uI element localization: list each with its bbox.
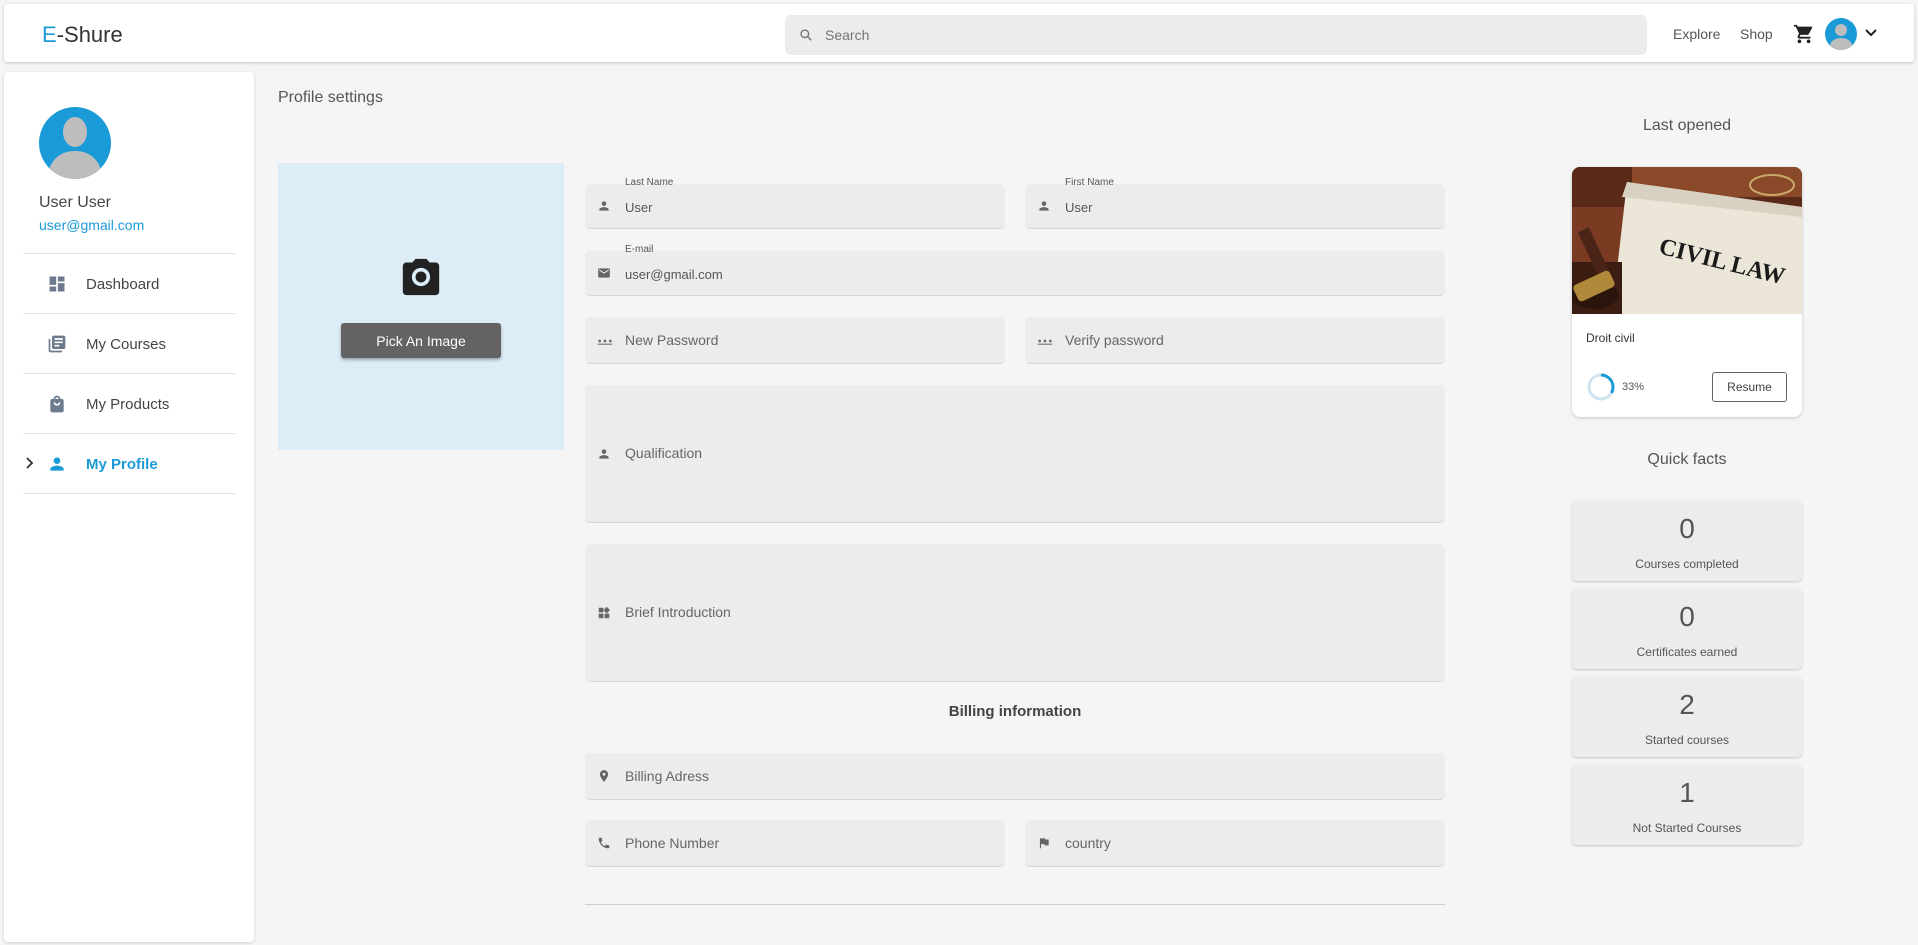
- fact-value: 1: [1679, 777, 1695, 808]
- fact-card-not-started-courses: 1 Not Started Courses: [1572, 765, 1802, 845]
- progress-percent: 33%: [1622, 381, 1645, 393]
- page-title: Profile settings: [278, 89, 383, 106]
- profile-avatar: [39, 107, 111, 179]
- fact-value: 0: [1679, 513, 1695, 544]
- sidebar: User User user@gmail.com Dashboard My Co…: [4, 72, 254, 942]
- fact-label: Courses completed: [1635, 557, 1739, 571]
- field-label: E-mail: [625, 244, 654, 255]
- dashboard-icon: [49, 276, 65, 292]
- country-input[interactable]: country: [1065, 835, 1111, 851]
- course-thumbnail: CIVIL LAW: [1572, 167, 1802, 314]
- mail-icon: [598, 268, 610, 278]
- progress-ring: [1587, 373, 1615, 401]
- shopping-bag-icon: [50, 395, 64, 413]
- location-pin-icon: [599, 770, 609, 782]
- resume-button[interactable]: Resume: [1712, 372, 1787, 402]
- image-picker-area: Pick An Image: [278, 163, 564, 450]
- top-header: E-Shure Explore Shop: [4, 4, 1914, 62]
- user-email: user@gmail.com: [39, 217, 145, 233]
- password-icon: [1037, 339, 1053, 345]
- qualification-field[interactable]: Qualification: [585, 385, 1445, 523]
- shop-link[interactable]: Shop: [1740, 26, 1773, 42]
- person-icon: [599, 201, 609, 211]
- user-avatar[interactable]: [1825, 18, 1857, 50]
- new-password-field[interactable]: New Password: [585, 317, 1005, 364]
- new-password-input[interactable]: New Password: [625, 332, 718, 348]
- app-logo[interactable]: E-Shure: [42, 22, 123, 48]
- sidebar-item-my-products[interactable]: My Products: [23, 374, 235, 433]
- fact-label: Not Started Courses: [1632, 821, 1742, 835]
- sidebar-item-label: Dashboard: [86, 276, 160, 293]
- course-name: Droit civil: [1586, 331, 1635, 345]
- person-icon: [50, 457, 64, 471]
- sidebar-item-label: My Courses: [86, 336, 167, 353]
- search-icon: [800, 29, 812, 41]
- sidebar-item-label: My Profile: [86, 456, 158, 473]
- divider: [23, 493, 235, 494]
- camera-icon: [402, 258, 440, 296]
- sidebar-item-my-courses[interactable]: My Courses: [23, 314, 235, 373]
- last-name-input[interactable]: User: [625, 200, 652, 215]
- email-input[interactable]: user@gmail.com: [625, 267, 723, 282]
- qualification-input[interactable]: Qualification: [625, 445, 702, 461]
- widgets-icon: [598, 606, 611, 619]
- chevron-right-icon: [26, 457, 34, 469]
- quick-facts-title: Quick facts: [1647, 451, 1727, 468]
- fact-card-courses-completed: 0 Courses completed: [1572, 501, 1802, 581]
- last-opened-title: Last opened: [1642, 117, 1732, 134]
- user-name: User User: [39, 194, 112, 211]
- last-opened-course-card[interactable]: CIVIL LAW Droit civil 33% Resume: [1572, 167, 1802, 417]
- sidebar-item-my-profile[interactable]: My Profile: [23, 434, 235, 493]
- cart-icon[interactable]: [1793, 23, 1815, 45]
- phone-number-input[interactable]: Phone Number: [625, 835, 719, 851]
- search-bar[interactable]: [785, 15, 1647, 55]
- brief-introduction-input[interactable]: Brief Introduction: [625, 604, 731, 620]
- flag-icon: [1039, 838, 1049, 849]
- search-input[interactable]: [825, 15, 1625, 55]
- verify-password-field[interactable]: Verify password: [1025, 317, 1445, 364]
- fact-value: 2: [1679, 689, 1695, 720]
- first-name-input[interactable]: User: [1065, 200, 1092, 215]
- billing-section-title: Billing information: [948, 703, 1082, 720]
- fact-card-started-courses: 2 Started courses: [1572, 677, 1802, 757]
- password-icon: [597, 339, 613, 345]
- person-icon: [599, 449, 609, 459]
- explore-link[interactable]: Explore: [1673, 26, 1720, 42]
- fact-label: Started courses: [1644, 733, 1730, 747]
- phone-number-field[interactable]: Phone Number: [585, 820, 1005, 867]
- verify-password-input[interactable]: Verify password: [1065, 332, 1164, 348]
- fact-card-certificates-earned: 0 Certificates earned: [1572, 589, 1802, 669]
- person-icon: [1039, 201, 1049, 211]
- brief-introduction-field[interactable]: Brief Introduction: [585, 544, 1445, 682]
- chevron-down-icon[interactable]: [1864, 28, 1878, 38]
- fact-value: 0: [1679, 601, 1695, 632]
- email-field[interactable]: E-mail user@gmail.com: [585, 244, 1445, 296]
- last-name-field[interactable]: Last Name User: [585, 177, 1005, 229]
- country-field[interactable]: country: [1025, 820, 1445, 867]
- divider: [585, 904, 1445, 905]
- phone-icon: [598, 837, 610, 849]
- billing-address-field[interactable]: Billing Adress: [585, 753, 1445, 800]
- pick-image-button[interactable]: Pick An Image: [341, 323, 501, 358]
- field-label: First Name: [1065, 177, 1114, 188]
- field-label: Last Name: [625, 177, 674, 188]
- fact-label: Certificates earned: [1636, 645, 1738, 659]
- first-name-field[interactable]: First Name User: [1025, 177, 1445, 229]
- sidebar-item-dashboard[interactable]: Dashboard: [23, 254, 235, 313]
- sidebar-item-label: My Products: [86, 396, 170, 413]
- billing-address-input[interactable]: Billing Adress: [625, 768, 709, 784]
- library-books-icon: [48, 335, 66, 353]
